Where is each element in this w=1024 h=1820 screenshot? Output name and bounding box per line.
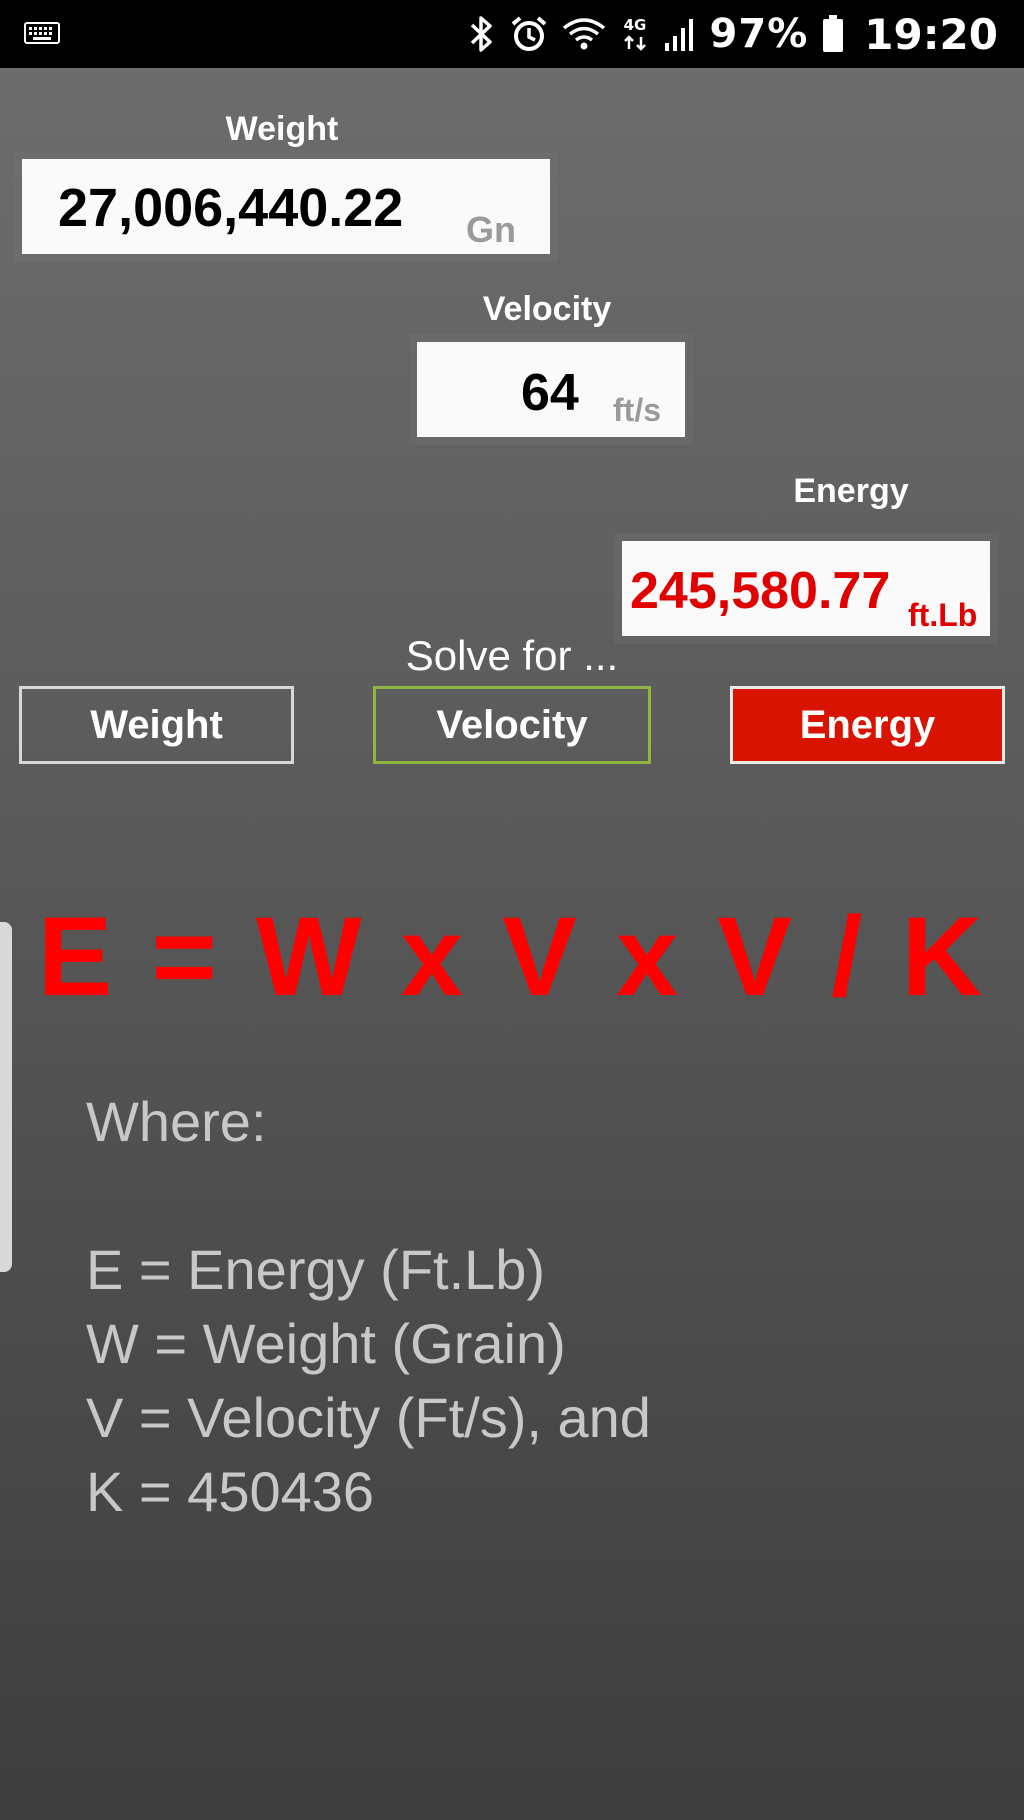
bluetooth-icon — [468, 15, 496, 53]
status-bar: 4G 97% 19:20 — [0, 0, 1024, 68]
velocity-label: Velocity — [482, 290, 612, 328]
4g-icon: 4G — [620, 15, 650, 53]
velocity-value: 64 — [521, 364, 579, 422]
battery-icon — [822, 15, 844, 53]
weight-unit: Gn — [466, 209, 516, 250]
energy-value: 245,580.77 — [630, 562, 891, 620]
svg-text:4G: 4G — [623, 16, 646, 34]
formula: E = W x V x V / K — [37, 894, 987, 1019]
solve-velocity-button[interactable]: Velocity — [373, 686, 651, 764]
legend-line: K = 450436 — [86, 1460, 375, 1523]
edge-panel-handle[interactable] — [0, 922, 12, 1272]
velocity-input[interactable]: 64 ft/s — [417, 342, 685, 437]
weight-value: 27,006,440.22 — [58, 178, 404, 238]
energy-label: Energy — [793, 472, 909, 510]
weight-label: Weight — [225, 110, 339, 148]
legend-heading: Where: — [86, 1090, 267, 1153]
clock: 19:20 — [864, 9, 998, 59]
alarm-icon — [510, 15, 548, 53]
solve-energy-button[interactable]: Energy — [730, 686, 1005, 764]
signal-icon — [664, 17, 696, 51]
solve-weight-button[interactable]: Weight — [19, 686, 294, 764]
energy-unit: ft.Lb — [908, 597, 978, 633]
legend-spacer — [86, 1159, 651, 1233]
legend-line: W = Weight (Grain) — [86, 1312, 566, 1375]
solve-for-label: Solve for ... — [405, 632, 619, 679]
battery-percent: 97% — [709, 11, 809, 57]
keyboard-icon — [24, 22, 60, 49]
legend-line: V = Velocity (Ft/s), and — [86, 1386, 651, 1449]
legend-line: E = Energy (Ft.Lb) — [86, 1238, 546, 1301]
wifi-icon — [562, 16, 606, 52]
energy-input[interactable]: 245,580.77 ft.Lb — [622, 541, 990, 636]
formula-legend: Where: E = Energy (Ft.Lb) W = Weight (Gr… — [86, 1085, 651, 1529]
velocity-unit: ft/s — [613, 392, 661, 428]
weight-input[interactable]: 27,006,440.22 Gn — [22, 159, 550, 254]
